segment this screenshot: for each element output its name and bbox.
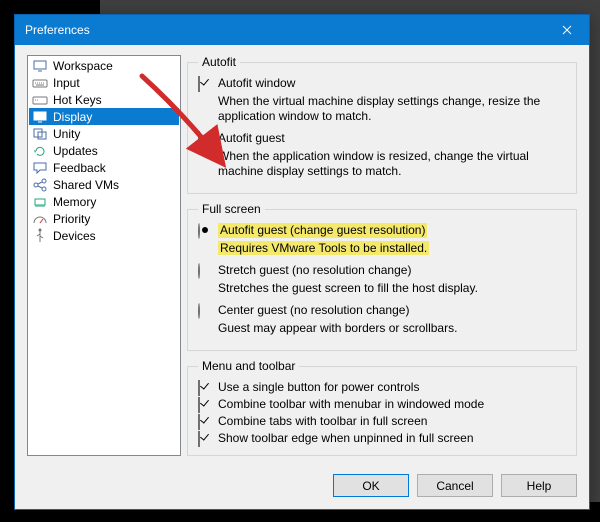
- window-title: Preferences: [25, 23, 545, 37]
- display-icon: [32, 109, 48, 125]
- gauge-icon: [32, 211, 48, 227]
- sidebar-item-label: Devices: [53, 229, 96, 243]
- option-description: When the application window is resized, …: [218, 149, 566, 179]
- group-menu-toolbar: Menu and toolbar Use a single button for…: [187, 359, 577, 456]
- group-legend: Full screen: [198, 202, 265, 216]
- sidebar-item-label: Hot Keys: [53, 93, 102, 107]
- group-autofit: Autofit Autofit window When the virtual …: [187, 55, 577, 194]
- sidebar-item-label: Display: [53, 110, 92, 124]
- checkbox-label[interactable]: Autofit guest: [218, 131, 285, 146]
- radio-stretch-guest[interactable]: [198, 263, 200, 279]
- sidebar-item-priority[interactable]: Priority: [29, 210, 179, 227]
- radio-label[interactable]: Stretch guest (no resolution change): [218, 263, 411, 278]
- refresh-icon: [32, 143, 48, 159]
- option-description: When the virtual machine display setting…: [218, 94, 566, 124]
- checkbox-label[interactable]: Combine tabs with toolbar in full screen: [218, 414, 427, 429]
- sidebar-item-workspace[interactable]: Workspace: [29, 57, 179, 74]
- preferences-dialog: Preferences Workspace Input Hot Keys Dis…: [14, 14, 590, 510]
- speech-icon: [32, 160, 48, 176]
- radio-label[interactable]: Center guest (no resolution change): [218, 303, 409, 318]
- sidebar-item-label: Unity: [53, 127, 80, 141]
- dialog-buttons: OK Cancel Help: [15, 466, 589, 509]
- radio-label[interactable]: Autofit guest (change guest resolution): [218, 223, 427, 238]
- keyboard-icon: [32, 75, 48, 91]
- sidebar-item-label: Feedback: [53, 161, 106, 175]
- sidebar-item-label: Updates: [53, 144, 98, 158]
- sidebar-item-unity[interactable]: Unity: [29, 125, 179, 142]
- option-description: Stretches the guest screen to fill the h…: [218, 281, 566, 296]
- cancel-button[interactable]: Cancel: [417, 474, 493, 497]
- checkbox-label[interactable]: Show toolbar edge when unpinned in full …: [218, 431, 474, 446]
- option-description: Guest may appear with borders or scrollb…: [218, 321, 566, 336]
- help-button[interactable]: Help: [501, 474, 577, 497]
- key-icon: [32, 92, 48, 108]
- checkbox-autofit-guest[interactable]: [198, 131, 200, 147]
- checkbox-combine-toolbar-menubar[interactable]: [198, 397, 200, 413]
- checkbox-label[interactable]: Combine toolbar with menubar in windowed…: [218, 397, 484, 412]
- sidebar-item-display[interactable]: Display: [29, 108, 179, 125]
- unity-icon: [32, 126, 48, 142]
- group-legend: Menu and toolbar: [198, 359, 299, 373]
- category-sidebar[interactable]: Workspace Input Hot Keys Display Unity U…: [27, 55, 181, 456]
- radio-center-guest[interactable]: [198, 303, 200, 319]
- ok-button[interactable]: OK: [333, 474, 409, 497]
- sidebar-item-hotkeys[interactable]: Hot Keys: [29, 91, 179, 108]
- usb-icon: [32, 228, 48, 244]
- checkbox-single-power-button[interactable]: [198, 380, 200, 396]
- sidebar-item-input[interactable]: Input: [29, 74, 179, 91]
- radio-autofit-guest[interactable]: [198, 223, 200, 239]
- monitor-icon: [32, 58, 48, 74]
- titlebar[interactable]: Preferences: [15, 15, 589, 45]
- sidebar-item-label: Priority: [53, 212, 90, 226]
- sidebar-item-label: Workspace: [53, 59, 113, 73]
- checkbox-label[interactable]: Use a single button for power controls: [218, 380, 419, 395]
- group-fullscreen: Full screen Autofit guest (change guest …: [187, 202, 577, 351]
- sidebar-item-feedback[interactable]: Feedback: [29, 159, 179, 176]
- sidebar-item-label: Memory: [53, 195, 96, 209]
- option-description: Requires VMware Tools to be installed.: [218, 241, 429, 255]
- sidebar-item-label: Input: [53, 76, 80, 90]
- checkbox-combine-tabs-toolbar[interactable]: [198, 414, 200, 430]
- chip-icon: [32, 194, 48, 210]
- sidebar-item-devices[interactable]: Devices: [29, 227, 179, 244]
- sidebar-item-memory[interactable]: Memory: [29, 193, 179, 210]
- group-legend: Autofit: [198, 55, 240, 69]
- sidebar-item-label: Shared VMs: [53, 178, 119, 192]
- checkbox-label[interactable]: Autofit window: [218, 76, 295, 91]
- settings-panel: Autofit Autofit window When the virtual …: [187, 55, 577, 456]
- sidebar-item-updates[interactable]: Updates: [29, 142, 179, 159]
- close-button[interactable]: [545, 15, 589, 45]
- checkbox-autofit-window[interactable]: [198, 76, 200, 92]
- sidebar-item-sharedvms[interactable]: Shared VMs: [29, 176, 179, 193]
- checkbox-show-toolbar-edge[interactable]: [198, 431, 200, 447]
- share-icon: [32, 177, 48, 193]
